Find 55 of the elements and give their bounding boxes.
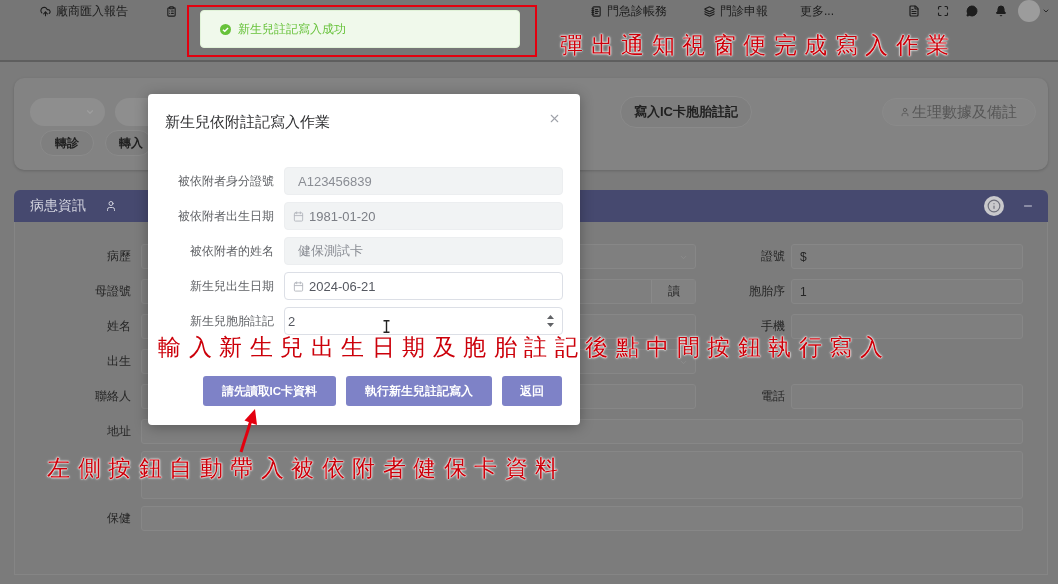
- toast-message: 新生兒註記寫入成功: [238, 20, 346, 38]
- write-ic-button[interactable]: 寫入IC卡胞胎註記: [620, 96, 752, 128]
- read-card-button[interactable]: 請先讀取IC卡資料: [202, 376, 336, 406]
- document-icon[interactable]: [908, 5, 920, 17]
- number-field[interactable]: 2: [284, 307, 563, 335]
- field-label: 被依附者的姓名: [189, 242, 274, 260]
- input-field[interactable]: 1: [791, 279, 1023, 304]
- textarea-field[interactable]: [141, 451, 1023, 499]
- field-label: 母證號: [94, 283, 132, 300]
- annotation-arrow: [239, 409, 257, 453]
- spinner-arrows-icon[interactable]: [547, 315, 554, 327]
- panel-title: 病患資訊: [30, 197, 86, 215]
- cloud-upload-icon: [40, 5, 51, 17]
- field-label: 被依附者出生日期: [177, 207, 274, 225]
- field-label: 新生兒出生日期: [189, 277, 274, 295]
- date-field[interactable]: 2024-06-21: [284, 272, 563, 300]
- field-label: 新生兒胞胎註記: [189, 312, 274, 330]
- annotation-text: 左側按鈕自動帶入被依附者健保卡資料: [47, 457, 566, 480]
- field-label: 病歷: [106, 248, 132, 265]
- user-icon: [900, 107, 910, 117]
- clipboard-icon[interactable]: [166, 5, 177, 17]
- notebook-icon: [591, 5, 602, 17]
- field-label: 被依附者身分證號: [177, 172, 274, 190]
- fullscreen-icon[interactable]: [937, 5, 949, 17]
- close-icon[interactable]: [548, 112, 561, 125]
- back-button[interactable]: 返回: [502, 376, 562, 406]
- annotation-text: 彈出通知視窗便完成寫入作業: [560, 34, 957, 57]
- nav-item[interactable]: 門診申報: [704, 4, 768, 18]
- field-label: 證號: [760, 248, 786, 265]
- field-label: 地址: [106, 423, 132, 440]
- calendar-icon: [293, 280, 304, 292]
- field-label: 出生: [106, 353, 132, 370]
- nav-item[interactable]: 門急診帳務: [591, 4, 667, 18]
- annotation-text: 輸入新生兒出生日期及胞胎註記後點中間按鈕執行寫入: [158, 336, 890, 359]
- referral-button[interactable]: 轉診: [40, 130, 94, 156]
- info-icon[interactable]: [984, 196, 1004, 216]
- calendar-icon: [293, 210, 304, 222]
- write-record-button[interactable]: 執行新生兒註記寫入: [346, 376, 492, 406]
- field-label: 電話: [760, 388, 786, 405]
- check-circle-icon: [220, 23, 231, 35]
- layers-icon: [704, 5, 715, 17]
- nav-item[interactable]: 更多...: [800, 4, 834, 18]
- text-cursor-icon: [383, 320, 390, 333]
- input-field[interactable]: $: [791, 244, 1023, 269]
- caret-icon[interactable]: [1042, 7, 1050, 15]
- nav-item[interactable]: 廠商匯入報告: [40, 4, 128, 18]
- bell-icon[interactable]: [995, 5, 1007, 17]
- field-label: 聯絡人: [94, 388, 132, 405]
- user-icon[interactable]: [105, 200, 117, 212]
- field-label: 胞胎序: [748, 283, 786, 300]
- chat-icon[interactable]: [966, 5, 978, 17]
- field-label: 保健: [106, 510, 132, 527]
- modal-title: 新生兒依附註記寫入作業: [165, 112, 330, 132]
- field-label: 姓名: [106, 318, 132, 335]
- field-label: 手機: [760, 318, 786, 335]
